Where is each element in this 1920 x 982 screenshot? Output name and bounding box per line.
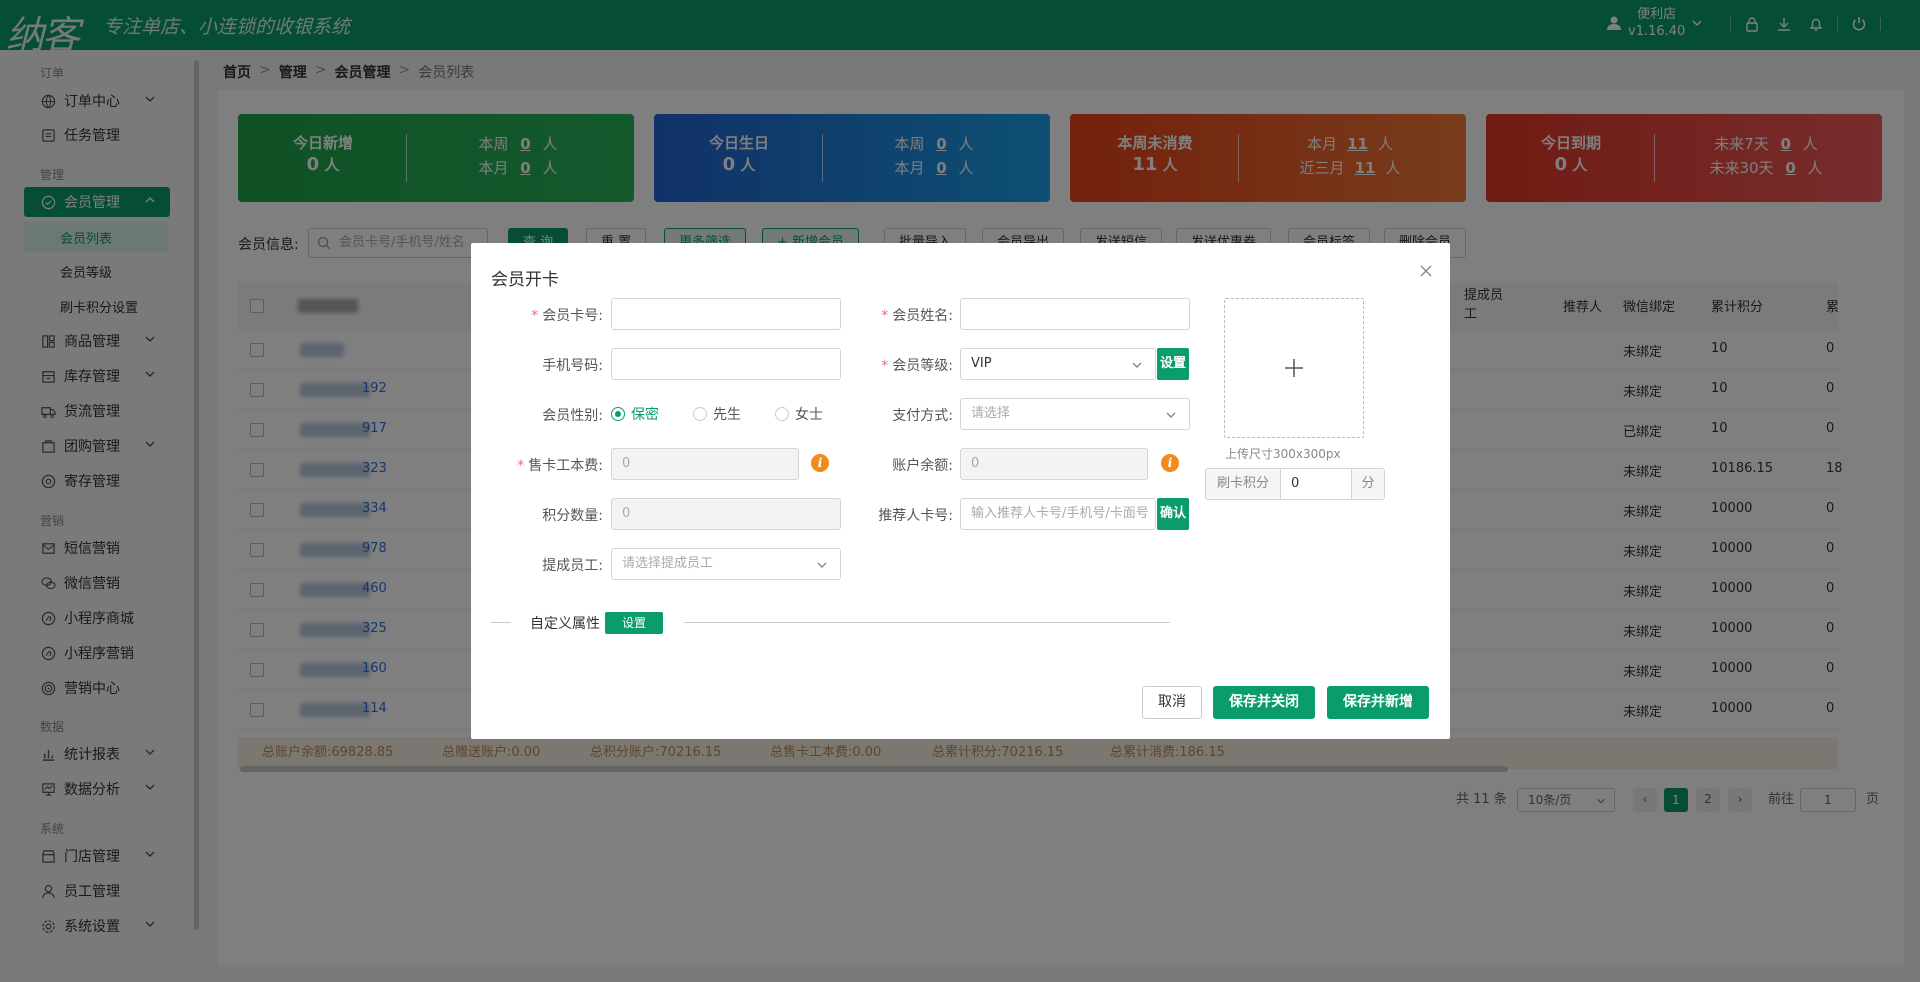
balance-label: 账户余额: — [892, 458, 953, 474]
info-icon[interactable]: i — [811, 454, 829, 472]
gender-radio-male[interactable]: 先生 — [693, 404, 741, 424]
name-input[interactable] — [960, 298, 1190, 330]
level-select[interactable]: VIP — [960, 348, 1156, 380]
radio-label: 女士 — [795, 407, 823, 423]
swipe-points-field: 刷卡积分 0 分 — [1205, 468, 1385, 500]
upload-hint: 上传尺寸300x300px — [1225, 447, 1341, 461]
custom-attr-settings-button[interactable]: 设置 — [605, 612, 663, 634]
name-label: * 会员姓名: — [881, 308, 953, 324]
balance-input[interactable]: 0 — [960, 448, 1148, 480]
label-text: 会员卡号: — [542, 308, 603, 324]
dialog-title: 会员开卡 — [491, 270, 559, 290]
staff-label: 提成员工: — [542, 558, 603, 574]
referrer-input[interactable]: 输入推荐人卡号/手机号/卡面号 — [960, 498, 1156, 530]
radio-dot — [693, 407, 707, 421]
payment-placeholder: 请选择 — [971, 406, 1011, 421]
divider — [491, 622, 511, 623]
member-open-card-dialog: 会员开卡 * 会员卡号: * 会员姓名: 手机号码: * 会员等级: VIP 设置 会… — [471, 243, 1450, 739]
close-icon[interactable] — [1418, 263, 1434, 279]
info-icon[interactable]: i — [1161, 454, 1179, 472]
radio-dot — [611, 407, 625, 421]
card-no-label: * 会员卡号: — [531, 308, 603, 324]
cancel-button[interactable]: 取消 — [1142, 686, 1202, 719]
level-value: VIP — [971, 356, 992, 371]
label-text: 售卡工本费: — [528, 458, 603, 474]
card-fee-label: * 售卡工本费: — [517, 458, 603, 474]
referrer-confirm-button[interactable]: 确认 — [1157, 498, 1189, 530]
points-input[interactable]: 0 — [611, 498, 841, 530]
swipe-points-unit: 分 — [1351, 469, 1384, 499]
phone-label: 手机号码: — [542, 358, 603, 374]
points-label: 积分数量: — [542, 508, 603, 524]
staff-placeholder: 请选择提成员工 — [622, 556, 714, 571]
gender-radio-secret[interactable]: 保密 — [611, 404, 659, 424]
chevron-down-icon — [1132, 362, 1142, 368]
radio-dot — [775, 407, 789, 421]
swipe-points-input[interactable]: 0 — [1281, 469, 1351, 499]
level-label: * 会员等级: — [881, 358, 953, 374]
card-no-input[interactable] — [611, 298, 841, 330]
custom-attr-label: 自定义属性 — [530, 616, 600, 632]
payment-label: 支付方式: — [892, 408, 953, 424]
payment-select[interactable]: 请选择 — [960, 398, 1190, 430]
label-text: 会员等级: — [892, 358, 953, 374]
avatar-upload[interactable] — [1224, 298, 1364, 438]
gender-label: 会员性别: — [542, 408, 603, 424]
save-close-button[interactable]: 保存并关闭 — [1213, 686, 1315, 719]
gender-radio-female[interactable]: 女士 — [775, 404, 823, 424]
swipe-points-label: 刷卡积分 — [1206, 469, 1281, 499]
label-text: 会员姓名: — [892, 308, 953, 324]
phone-input[interactable] — [611, 348, 841, 380]
level-settings-button[interactable]: 设置 — [1157, 348, 1189, 380]
staff-select[interactable]: 请选择提成员工 — [611, 548, 841, 580]
referrer-label: 推荐人卡号: — [878, 508, 953, 524]
card-fee-input[interactable]: 0 — [611, 448, 799, 480]
chevron-down-icon — [1166, 412, 1176, 418]
plus-icon — [1285, 359, 1303, 377]
radio-label: 先生 — [713, 407, 741, 423]
radio-label: 保密 — [631, 407, 659, 423]
chevron-down-icon — [817, 562, 827, 568]
divider — [684, 622, 1170, 623]
save-new-button[interactable]: 保存并新增 — [1327, 686, 1429, 719]
